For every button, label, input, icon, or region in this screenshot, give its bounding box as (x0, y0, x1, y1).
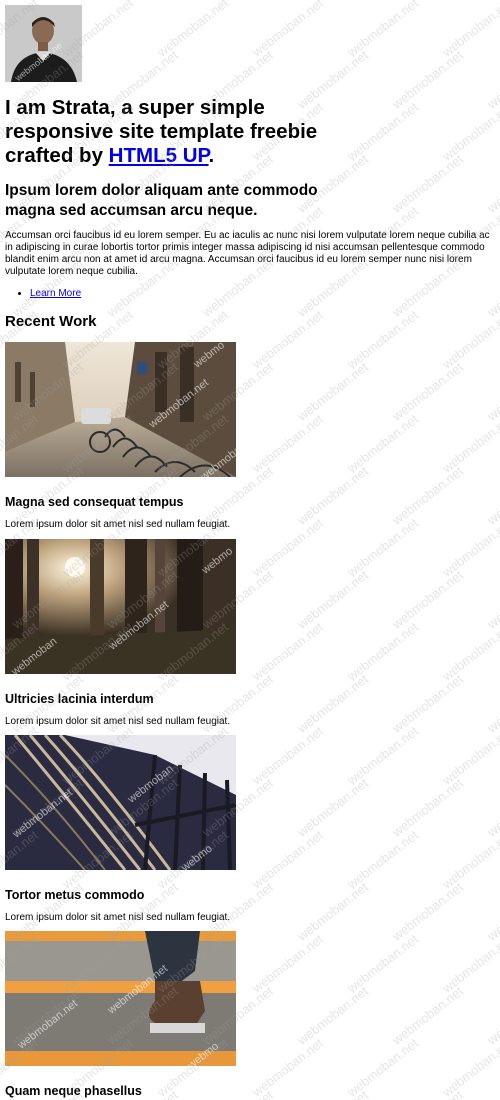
watermark-text: webmoban.net (389, 983, 466, 1048)
work-description: Lorem ipsum dolor sit amet nisl sed null… (5, 912, 231, 923)
work-item-4: webmoban.net webmoban.net webmo Quam neq… (5, 931, 236, 1098)
watermark-text: webmoban.net (439, 99, 500, 164)
watermark-text: webmoban.net (439, 827, 500, 892)
watermark-text: webmoban.net (439, 723, 500, 788)
watermark-text: webmoban.net (344, 931, 421, 996)
work-description: Lorem ipsum dolor sit amet nisl sed null… (5, 716, 231, 727)
watermark-text: webmoban.net (249, 619, 326, 684)
work-description: Lorem ipsum dolor sit amet nisl sed null… (5, 519, 231, 530)
watermark-text: webmoban.net (389, 47, 466, 112)
watermark-text: webmoban.net (439, 1035, 500, 1100)
watermark-text: webmoban.net (389, 359, 466, 424)
watermark-text: webmoban.net (439, 307, 500, 372)
intro-subheading: Ipsum lorem dolor aliquam ante commodo m… (5, 182, 318, 219)
work-item-1: webmo webmoban.net webmoban Magna sed co… (5, 342, 236, 530)
list-item: Learn More (30, 287, 81, 301)
watermark-text: webmoban.net (344, 99, 421, 164)
watermark-text: webmoban.net (439, 931, 500, 996)
watermark-text: webmoban.net (344, 723, 421, 788)
work-thumbnail-stairs[interactable]: webmoban.net webmoban.net webmo (5, 931, 236, 1066)
work-thumbnail-library[interactable]: webmoban.net webmoban webmo (5, 735, 236, 870)
watermark-text: webmoban.net (439, 411, 500, 476)
watermark-text: webmoban.net (344, 411, 421, 476)
work-item-3: webmoban.net webmoban webmo Tortor metus… (5, 735, 236, 923)
watermark-text: webmoban.net (484, 47, 500, 112)
watermark-text: webmoban.net (389, 567, 466, 632)
watermark-text: webmoban.net (484, 359, 500, 424)
watermark-text: webmoban.net (484, 151, 500, 216)
watermark-text: webmoban.net (484, 463, 500, 528)
watermark-text: webmoban.net (439, 515, 500, 580)
watermark-text: webmoban.net (484, 1087, 500, 1100)
watermark-text: webmoban.net (344, 619, 421, 684)
work-title: Quam neque phasellus (5, 1084, 142, 1098)
watermark-text: webmoban.net (249, 0, 326, 60)
watermark-text: webmoban.net (249, 827, 326, 892)
work-title: Magna sed consequat tempus (5, 495, 184, 509)
watermark-text: webmoban.net (294, 359, 371, 424)
watermark-text: webmoban.net (389, 775, 466, 840)
watermark-text: webmoban.net (484, 879, 500, 944)
work-thumbnail-forest[interactable]: webmoban.net webmo webmoban (5, 539, 236, 674)
html5up-link[interactable]: HTML5 UP (109, 144, 209, 167)
work-thumbnail-street[interactable]: webmo webmoban.net webmoban (5, 342, 236, 477)
watermark-text: webmoban.net (249, 723, 326, 788)
work-title: Tortor metus commodo (5, 888, 145, 902)
work-title: Ultricies lacinia interdum (5, 692, 154, 706)
learn-more-link[interactable]: Learn More (30, 288, 81, 299)
intro-headline: I am Strata, a super simple responsive s… (5, 96, 318, 167)
watermark-text: webmoban.net (439, 619, 500, 684)
watermark-text: webmoban.net (344, 307, 421, 372)
watermark-text: webmoban.net (484, 775, 500, 840)
actions-list: Learn More (5, 287, 81, 301)
watermark-text: webmoban.net (484, 983, 500, 1048)
watermark-text: webmoban.net (294, 983, 371, 1048)
watermark-text: webmoban.net (294, 567, 371, 632)
watermark-text: webmoban.net (484, 567, 500, 632)
watermark-text: webmoban.net (249, 411, 326, 476)
intro-paragraph: Accumsan orci faucibus id eu lorem sempe… (5, 230, 490, 277)
watermark-text: webmoban.net (389, 151, 466, 216)
watermark-text: webmoban.net (439, 0, 500, 60)
watermark-text: webmoban.net (249, 307, 326, 372)
watermark-text: webmoban.net (154, 0, 231, 60)
recent-work-title: Recent Work (5, 313, 97, 330)
watermark-text: webmoban.net (484, 671, 500, 736)
avatar: webmoban.ne (5, 5, 82, 82)
watermark-text: webmoban.net (344, 0, 421, 60)
watermark-text: webmoban.net (249, 931, 326, 996)
watermark-text: webmoban.net (294, 775, 371, 840)
work-item-2: webmoban.net webmo webmoban Ultricies la… (5, 539, 236, 727)
watermark-text: webmoban.net (344, 827, 421, 892)
